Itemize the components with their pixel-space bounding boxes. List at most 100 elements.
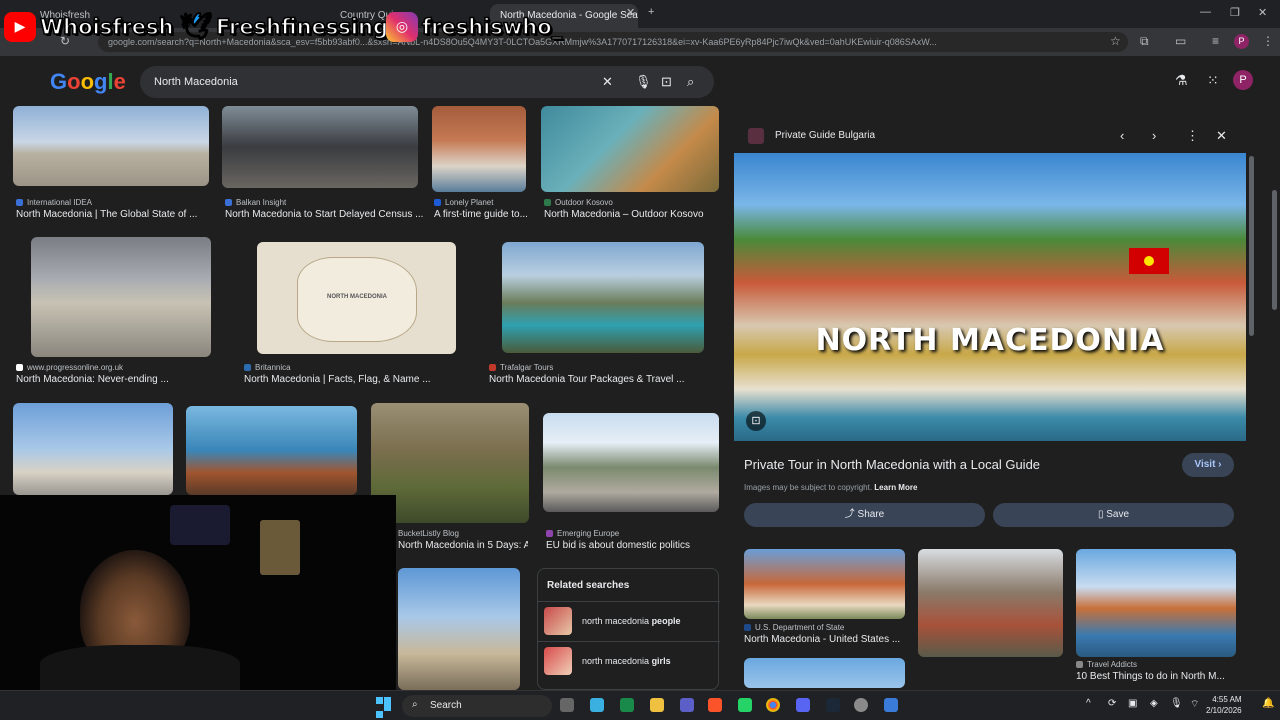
page-scrollbar[interactable] — [1272, 190, 1277, 310]
xbox-icon[interactable] — [620, 698, 634, 712]
favicon-icon — [225, 199, 232, 206]
avatar[interactable]: P — [1233, 70, 1253, 90]
search-input[interactable]: North Macedonia ✕ 🎙 ⊡ ⌕ — [140, 66, 714, 98]
windows-start-icon[interactable] — [376, 697, 392, 718]
task-view-icon[interactable] — [560, 698, 574, 712]
result-title[interactable]: North Macedonia to Start Delayed Census … — [225, 209, 425, 220]
favicon-icon — [489, 364, 496, 371]
related-image[interactable] — [744, 549, 905, 619]
shield-icon[interactable]: ◈ — [1150, 698, 1158, 709]
sync-icon[interactable]: ⟳ — [1108, 698, 1116, 709]
youtube-banner: ▶ Whoisfresh — [4, 10, 174, 44]
youtube-handle: Whoisfresh — [39, 14, 174, 40]
panel-title[interactable]: Private Tour in North Macedonia with a L… — [744, 457, 1040, 472]
result-source: Balkan Insight — [225, 198, 286, 207]
related-image[interactable] — [1076, 549, 1236, 657]
result-title[interactable]: EU bid is about domestic politics — [546, 540, 722, 551]
chrome-icon[interactable] — [766, 698, 780, 712]
previous-icon[interactable]: ‹ — [1120, 128, 1124, 143]
wifi-icon[interactable]: ⌔ — [1190, 698, 1199, 711]
result-title[interactable]: North Macedonia Tour Packages & Travel .… — [489, 374, 719, 385]
result-title[interactable]: North Macedonia – Outdoor Kosovo — [544, 209, 720, 220]
result-image[interactable] — [543, 413, 719, 512]
result-source: Lonely Planet — [434, 198, 493, 207]
minimize-icon[interactable]: — — [1200, 6, 1211, 18]
favicon-icon — [244, 364, 251, 371]
lens-icon[interactable]: ⊡ — [661, 74, 672, 90]
related-item[interactable]: north macedonia people — [538, 601, 720, 639]
result-image-map[interactable]: NORTH MACEDONIA — [257, 242, 456, 354]
result-title[interactable]: North Macedonia in 5 Days: A Trav... — [398, 540, 528, 551]
maximize-icon[interactable]: ❐ — [1230, 6, 1240, 19]
result-title[interactable]: North Macedonia: Never-ending ... — [16, 374, 216, 385]
discord-icon[interactable] — [796, 698, 810, 712]
result-image[interactable] — [432, 106, 526, 192]
result-source: Outdoor Kosovo — [544, 198, 613, 207]
related-image[interactable] — [918, 549, 1063, 657]
result-image[interactable] — [502, 242, 704, 353]
share-button[interactable]: ⤴ Share — [744, 503, 985, 527]
result-image[interactable] — [222, 106, 418, 188]
apps-grid-icon[interactable]: ⁙ — [1207, 72, 1219, 89]
menu-icon[interactable]: ⋮ — [1262, 34, 1274, 48]
search-icon[interactable]: ⌕ — [687, 74, 694, 90]
microphone-icon[interactable]: 🎙 — [635, 74, 652, 90]
preview-image[interactable]: NORTH MACEDONIA ⊡ — [734, 153, 1246, 441]
mic-icon[interactable]: 🎙 — [1170, 698, 1183, 709]
app-icon[interactable] — [884, 698, 898, 712]
tray-chevron-icon[interactable]: ^ — [1086, 698, 1091, 709]
image-preview-panel: Private Guide Bulgaria ‹ › ⋮ ✕ NORTH MAC… — [734, 118, 1246, 690]
clock-date: 2/10/2026 — [1206, 706, 1242, 715]
extensions-icon[interactable]: ⧉ — [1140, 34, 1149, 49]
save-button[interactable]: ▯ Save — [993, 503, 1234, 527]
media-icon[interactable]: ≡ — [1212, 34, 1219, 48]
profile-avatar[interactable]: P — [1234, 34, 1249, 49]
next-icon[interactable]: › — [1152, 128, 1156, 143]
result-title[interactable]: A first-time guide to... — [434, 209, 534, 220]
result-image[interactable] — [186, 406, 357, 495]
visit-button[interactable]: Visit › — [1182, 453, 1234, 477]
result-image[interactable] — [398, 568, 520, 690]
search-icon: ⌕ — [412, 699, 418, 710]
related-item[interactable]: north macedonia girls — [538, 641, 720, 679]
result-image[interactable] — [13, 403, 173, 495]
related-title[interactable]: 10 Best Things to do in North M... — [1076, 671, 1236, 681]
clear-icon[interactable]: ✕ — [602, 74, 613, 90]
result-title[interactable]: North Macedonia | Facts, Flag, & Name ..… — [244, 374, 474, 385]
close-window-icon[interactable]: ✕ — [1258, 6, 1267, 19]
teams-icon[interactable] — [680, 698, 694, 712]
webcam-overlay — [0, 495, 396, 692]
settings-icon[interactable] — [854, 698, 868, 712]
taskbar-search[interactable]: ⌕ Search — [402, 695, 552, 717]
result-title[interactable]: North Macedonia | The Global State of ..… — [16, 209, 212, 220]
brave-icon[interactable] — [708, 698, 722, 712]
panel-source[interactable]: Private Guide Bulgaria — [775, 130, 875, 141]
notifications-icon[interactable]: 🔔 — [1262, 698, 1274, 709]
google-logo[interactable]: Google — [50, 69, 126, 95]
related-image[interactable] — [744, 658, 905, 688]
lens-search-icon[interactable]: ⊡ — [746, 411, 766, 431]
cast-icon[interactable]: ▭ — [1175, 34, 1186, 48]
twitter-banner: 🕊 Freshfinessing — [179, 10, 389, 44]
related-source: Travel Addicts — [1076, 660, 1137, 669]
clock[interactable]: 4:55 AM 2/10/2026 — [1206, 694, 1242, 716]
result-source: Emerging Europe — [546, 529, 619, 538]
bookmark-icon[interactable]: ☆ — [1110, 34, 1121, 48]
nvidia-icon[interactable]: ▣ — [1128, 698, 1137, 709]
result-image[interactable] — [13, 106, 209, 186]
whatsapp-icon[interactable] — [738, 698, 752, 712]
file-explorer-icon[interactable] — [650, 698, 664, 712]
copilot-icon[interactable] — [590, 698, 604, 712]
steam-icon[interactable] — [826, 698, 840, 712]
related-title[interactable]: North Macedonia - United States ... — [744, 634, 905, 645]
labs-icon[interactable]: ⚗ — [1175, 72, 1188, 89]
new-tab-icon[interactable]: + — [648, 6, 654, 18]
learn-more-link[interactable]: Learn More — [874, 483, 917, 492]
panel-scrollbar[interactable] — [1249, 156, 1254, 336]
result-image[interactable] — [31, 237, 211, 357]
more-options-icon[interactable]: ⋮ — [1186, 128, 1199, 144]
result-image[interactable] — [541, 106, 719, 192]
twitter-handle: Freshfinessing — [215, 14, 389, 40]
close-icon[interactable]: ✕ — [1216, 128, 1227, 144]
close-tab-icon[interactable]: ✕ — [626, 6, 635, 19]
